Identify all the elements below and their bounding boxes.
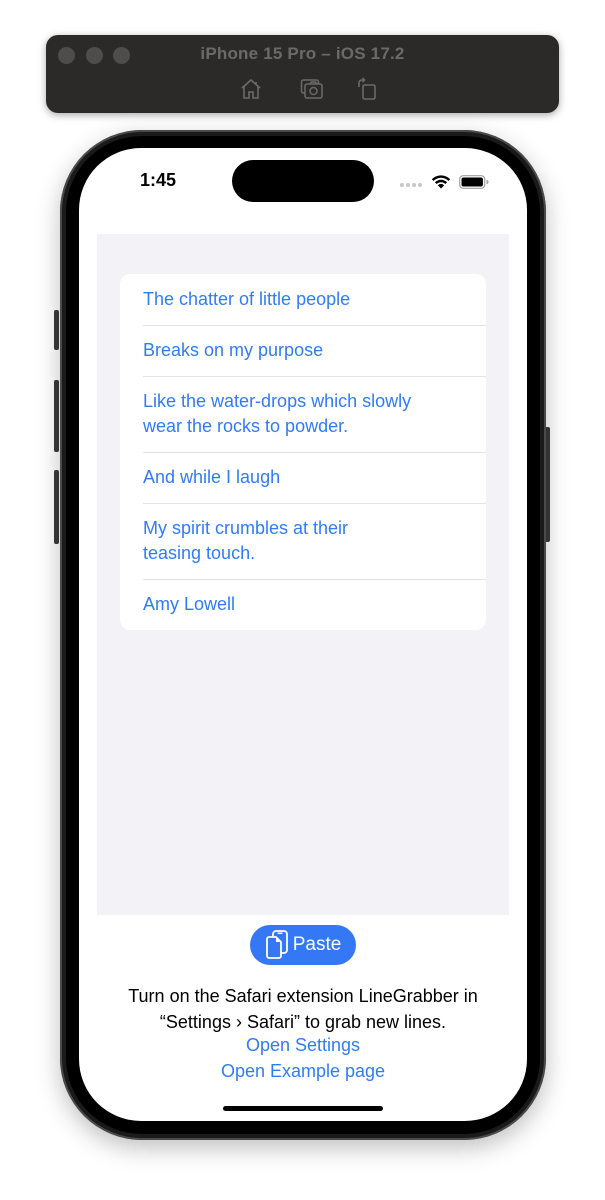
line-text: Breaks on my purpose [143,340,324,360]
battery-icon [459,175,489,189]
extension-instructions: Turn on the Safari extension LineGrabber… [128,986,478,1032]
volume-up-button[interactable] [54,380,59,452]
paste-button[interactable]: Paste [250,925,356,965]
list-item[interactable]: My spirit crumbles at their teasing touc… [120,503,486,579]
content-area: The chatter of little people Breaks on m… [97,234,509,915]
home-icon[interactable] [239,77,263,101]
list-item[interactable]: Breaks on my purpose [120,325,486,376]
paste-icon [265,930,289,960]
dynamic-island [232,160,374,202]
volume-down-button[interactable] [54,470,59,544]
action-button[interactable] [54,310,59,350]
home-indicator[interactable] [223,1106,383,1111]
cellular-signal-icon [400,183,422,187]
simulator-title-bar: iPhone 15 Pro – iOS 17.2 [46,35,559,113]
line-text: And while I laugh [143,467,281,487]
list-item[interactable]: Like the water-drops which slowly wear t… [120,376,486,452]
phone-screen: 1:45 The chatter of little people Breaks… [79,148,527,1121]
paste-label: Paste [292,934,342,955]
simulator-toolbar [46,77,559,101]
open-example-page-link[interactable]: Open Example page [79,1058,527,1084]
status-time: 1:45 [140,170,177,190]
list-item[interactable]: Amy Lowell [120,579,486,630]
line-text: Amy Lowell [143,594,236,614]
list-item[interactable]: The chatter of little people [120,274,486,325]
camera-icon[interactable] [300,77,324,101]
line-text: My spirit crumbles at their teasing touc… [143,518,349,563]
list-item[interactable]: And while I laugh [120,452,486,503]
simulator-title: iPhone 15 Pro – iOS 17.2 [200,44,405,63]
open-settings-link[interactable]: Open Settings [79,1032,527,1058]
line-text: Like the water-drops which slowly wear t… [143,391,412,436]
line-text: The chatter of little people [143,289,351,309]
lines-list: The chatter of little people Breaks on m… [120,274,486,630]
rotate-icon[interactable] [355,77,379,101]
wifi-icon [430,173,452,189]
